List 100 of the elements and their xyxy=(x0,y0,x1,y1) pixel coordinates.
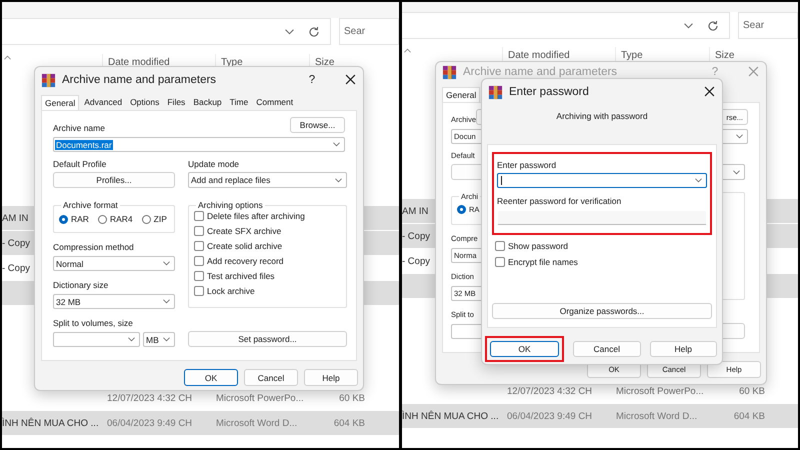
checkbox-label: Add recovery record xyxy=(207,256,284,266)
date-cell: 06/04/2023 9:49 CH xyxy=(507,410,592,422)
checkbox-option[interactable]: Create SFX archive xyxy=(194,226,341,236)
checkbox[interactable] xyxy=(194,211,204,221)
books-icon xyxy=(442,64,457,80)
set-password-button[interactable]: Set password... xyxy=(188,331,347,347)
search-field[interactable]: Sear xyxy=(738,12,798,39)
checkbox-label: Lock archive xyxy=(207,286,255,296)
radio-button[interactable] xyxy=(59,214,68,224)
checkbox-option[interactable]: Show password xyxy=(495,241,712,251)
chevron-down-icon xyxy=(335,178,342,182)
size-cell: 604 KB xyxy=(734,410,765,422)
profiles-button[interactable]: Profiles... xyxy=(53,172,175,188)
tab[interactable]: Options xyxy=(127,95,162,110)
file-name: ÌNH NÊN MUA CHO ... xyxy=(402,410,499,422)
browse-button[interactable]: Browse... xyxy=(290,117,345,133)
update-mode-dropdown[interactable]: Add and replace files xyxy=(188,172,347,188)
file-name: AM IN xyxy=(2,212,28,224)
size-cell: 60 KB xyxy=(739,386,765,396)
field-label: Dictionary size xyxy=(53,280,110,290)
tab[interactable]: General xyxy=(442,87,480,102)
checkbox-option[interactable]: Add recovery record xyxy=(194,256,341,266)
tab[interactable]: Comment xyxy=(253,95,296,110)
field-label: Default Profile xyxy=(53,159,108,169)
chevron-down-icon xyxy=(333,142,340,147)
help-button[interactable]: ? xyxy=(305,74,319,86)
checkbox-option[interactable]: Lock archive xyxy=(194,286,341,296)
books-icon xyxy=(41,72,56,88)
sort-caret-icon xyxy=(404,48,411,53)
refresh-icon[interactable] xyxy=(707,20,719,32)
checkbox[interactable] xyxy=(194,241,204,251)
checkbox[interactable] xyxy=(495,241,505,251)
chevron-down-icon xyxy=(163,261,170,266)
radio-button[interactable] xyxy=(98,214,107,224)
chevron-down-icon xyxy=(695,178,702,183)
dialog-button[interactable]: Help xyxy=(304,369,358,386)
field-value: Add and replace files xyxy=(190,175,272,185)
chevron-down-icon xyxy=(128,337,135,342)
group-label: Archiving options xyxy=(197,200,264,210)
checkbox-option[interactable]: Create solid archive xyxy=(194,241,341,251)
password-field[interactable] xyxy=(497,173,707,188)
tab[interactable]: Backup xyxy=(190,95,225,110)
file-name: - Copy xyxy=(2,238,30,248)
chevron-down-icon xyxy=(163,299,170,304)
dialog-button[interactable]: Cancel xyxy=(573,341,640,357)
compression-dropdown[interactable]: Normal xyxy=(53,256,175,271)
checkbox[interactable] xyxy=(194,286,204,296)
dialog-button[interactable]: OK xyxy=(490,341,559,357)
chevron-down-icon xyxy=(285,28,294,34)
field-value: Normal xyxy=(55,258,84,268)
group-label: Archive format xyxy=(62,200,119,210)
unit-dropdown[interactable]: MB xyxy=(143,332,175,347)
close-icon[interactable] xyxy=(704,86,715,97)
checkbox-label: Encrypt file names xyxy=(508,257,578,267)
field-value: Documents.rar xyxy=(55,140,113,150)
dialog-button[interactable]: Help xyxy=(650,341,717,357)
organize-passwords-button[interactable]: Organize passwords... xyxy=(492,303,712,319)
tab[interactable]: Advanced xyxy=(81,95,126,110)
checkbox-option[interactable]: Delete files after archiving xyxy=(194,211,341,221)
tab[interactable]: Files xyxy=(164,95,188,110)
books-icon xyxy=(488,84,503,100)
file-row[interactable]: ÌNH NÊN MUA CHO ... 06/04/2023 9:49 CH Microsoft Word D... 604 KB xyxy=(402,404,798,428)
radio-button[interactable] xyxy=(142,214,151,224)
dialog-button[interactable]: OK xyxy=(184,369,238,386)
volume-size-field[interactable] xyxy=(53,332,140,347)
checkbox-label: Show password xyxy=(508,241,568,251)
field-label: Split to volumes, size xyxy=(53,318,134,328)
dialog-heading: Archiving with password xyxy=(555,111,649,121)
file-name: - Copy xyxy=(402,230,430,242)
type-cell: Microsoft Word D... xyxy=(216,418,298,428)
date-cell: 12/07/2023 4:32 CH xyxy=(107,392,192,404)
checkbox[interactable] xyxy=(194,271,204,281)
checkbox-option[interactable]: Test archived files xyxy=(194,271,341,281)
radio-option[interactable]: RAR4 xyxy=(98,214,133,224)
type-cell: Microsoft Word D... xyxy=(616,410,698,422)
chevron-down-icon xyxy=(163,337,170,342)
file-row[interactable]: ÌNH NÊN MUA CHO ... 06/04/2023 9:49 CH Microsoft Word D... 604 KB xyxy=(2,411,399,435)
dialog-title: Enter password xyxy=(509,86,589,98)
size-cell: 604 KB xyxy=(334,418,365,428)
dialog-title: Archive name and parameters xyxy=(62,74,216,86)
tab[interactable]: Time xyxy=(226,95,252,110)
archive-name-field[interactable]: Documents.rar xyxy=(53,137,345,152)
close-icon[interactable] xyxy=(345,74,356,85)
dialog-title: Archive name and parameters xyxy=(463,66,618,78)
search-field[interactable]: Sear xyxy=(339,18,399,45)
radio-button[interactable] xyxy=(457,205,466,214)
dictionary-dropdown[interactable]: 32 MB xyxy=(53,294,175,309)
field-label: Enter password xyxy=(497,160,558,170)
chevron-down-icon xyxy=(736,134,743,139)
tab[interactable]: General xyxy=(41,95,80,110)
checkbox[interactable] xyxy=(194,226,204,236)
radio-option[interactable]: RAR xyxy=(59,214,89,224)
checkbox-option[interactable]: Encrypt file names xyxy=(495,257,712,267)
radio-option[interactable]: ZIP xyxy=(142,214,167,224)
dialog-button[interactable]: Cancel xyxy=(244,369,298,386)
field-label: Reenter password for verification xyxy=(497,196,622,206)
field-value: MB xyxy=(145,334,160,344)
checkbox[interactable] xyxy=(194,256,204,266)
checkbox[interactable] xyxy=(495,257,505,267)
refresh-icon[interactable] xyxy=(308,26,320,38)
